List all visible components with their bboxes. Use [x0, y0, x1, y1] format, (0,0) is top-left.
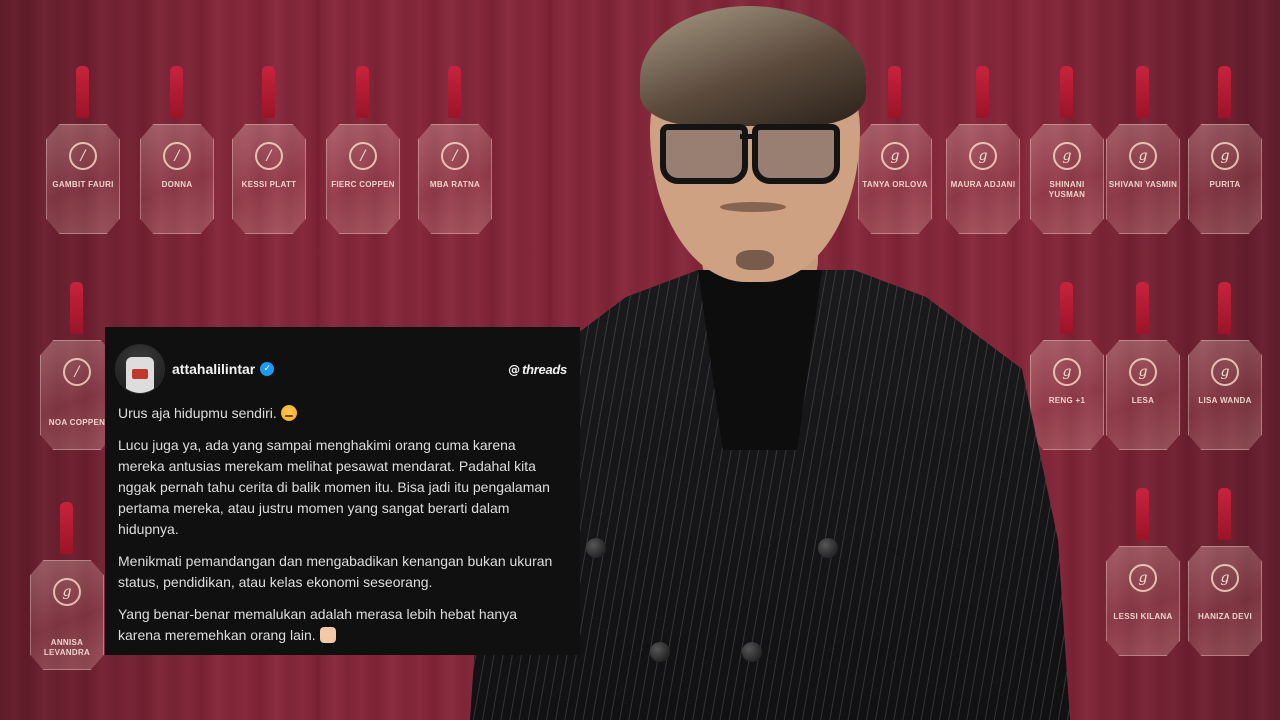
name-tag: g LESSI KILANA	[1106, 488, 1180, 656]
post-header: attahalilintar ✓ @ threads	[105, 327, 580, 407]
suit-button	[818, 538, 838, 558]
beard	[736, 250, 774, 270]
name-tag: / NOA COPPEN	[40, 282, 114, 450]
name-tag-label: SHIVANI YASMIN	[1108, 180, 1178, 189]
name-tag: g LESA	[1106, 282, 1180, 450]
post-paragraph: Menikmati pemandangan dan mengabadikan k…	[118, 553, 553, 590]
fist-bump-icon	[319, 627, 336, 643]
post-body: Urus aja hidupmu sendiri. Lucu juga ya, …	[118, 403, 558, 657]
unamused-face-icon	[280, 405, 297, 421]
name-tag: g ANNISA LEVANDRA	[30, 502, 104, 670]
name-tag-label: HANIZA DEVI	[1197, 612, 1253, 621]
mustache	[720, 202, 786, 212]
name-tag: g HANIZA DEVI	[1188, 488, 1262, 656]
threads-wordmark: threads	[522, 362, 567, 377]
name-tag: g LISA WANDA	[1188, 282, 1262, 450]
author: attahalilintar ✓	[172, 361, 275, 377]
name-tag: g PURITA	[1188, 66, 1262, 234]
name-tag-label: NOA COPPEN	[48, 418, 106, 427]
name-tag-label: GAMBIT FAURI	[52, 180, 114, 189]
sunglasses	[660, 120, 840, 184]
name-tag: / GAMBIT FAURI	[46, 66, 120, 234]
name-tag-label: KESSI PLATT	[241, 180, 297, 189]
verified-badge-icon: ✓	[260, 362, 275, 376]
post-paragraph: Lucu juga ya, ada yang sampai menghakimi…	[118, 437, 550, 537]
hair	[640, 6, 866, 126]
name-tag-label: DONNA	[161, 180, 193, 189]
name-tag: / FIERC COPPEN	[326, 66, 400, 234]
name-tag-label: PURITA	[1209, 180, 1241, 189]
threads-icon: @	[508, 362, 521, 377]
post-paragraph: Urus aja hidupmu sendiri.	[118, 403, 558, 424]
name-tag-label: LESSI KILANA	[1113, 612, 1173, 621]
suit-button	[742, 642, 762, 662]
post-paragraph: Yang benar-benar memalukan adalah merasa…	[118, 606, 518, 643]
name-tag-label: FIERC COPPEN	[331, 180, 395, 189]
name-tag-label: ANNISA LEVANDRA	[43, 638, 91, 657]
threads-logo: @ threads	[508, 362, 567, 377]
username[interactable]: attahalilintar	[172, 361, 255, 377]
avatar[interactable]	[115, 344, 165, 394]
name-tag: / DONNA	[140, 66, 214, 234]
threads-post-card: attahalilintar ✓ @ threads Urus aja hidu…	[105, 327, 580, 655]
suit-button	[586, 538, 606, 558]
suit-button	[650, 642, 670, 662]
name-tag-label: LESA	[1131, 396, 1155, 405]
name-tag: / KESSI PLATT	[232, 66, 306, 234]
name-tag: g SHIVANI YASMIN	[1106, 66, 1180, 234]
name-tag-label: LISA WANDA	[1198, 396, 1252, 405]
